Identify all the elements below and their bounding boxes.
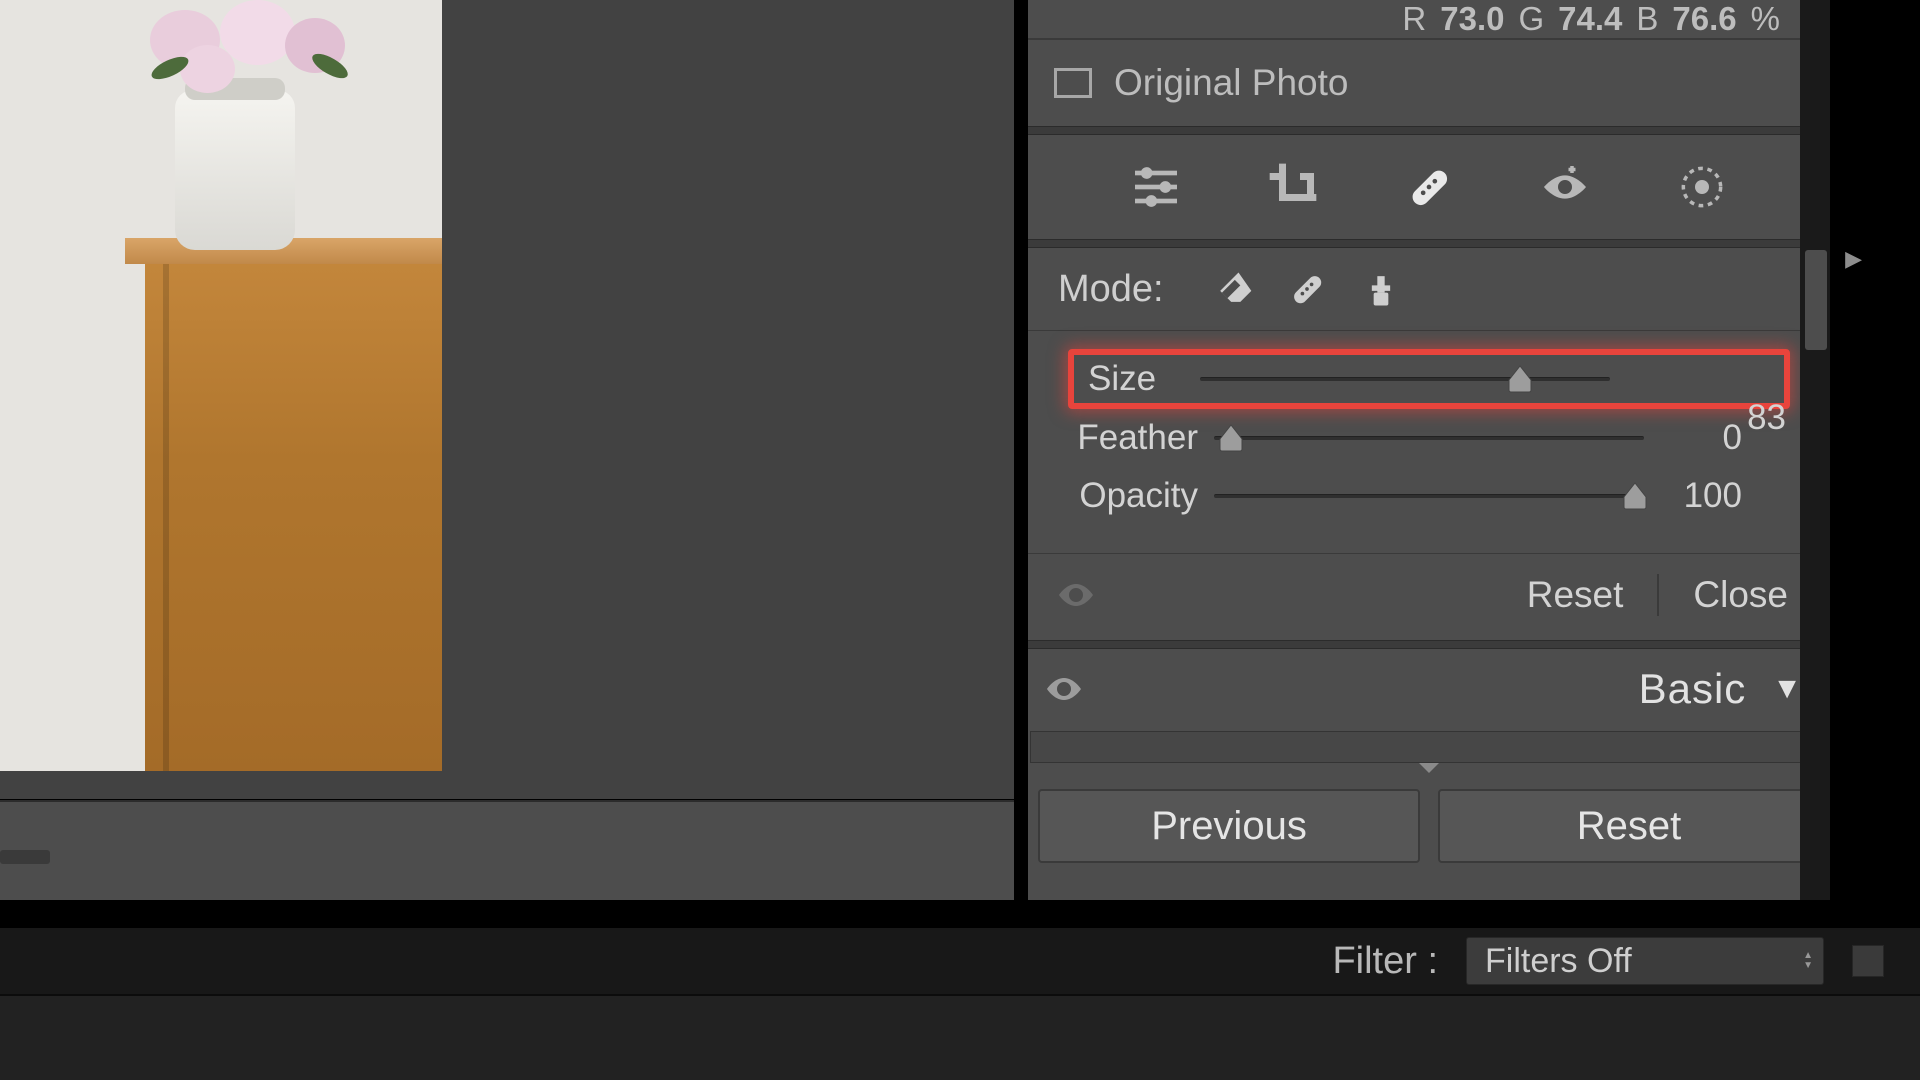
scrollbar-thumb[interactable]	[1805, 250, 1827, 350]
size-thumb[interactable]	[1507, 364, 1533, 394]
opacity-slider[interactable]	[1214, 476, 1644, 516]
reset-link[interactable]: Reset	[1527, 574, 1624, 616]
mode-label: Mode:	[1058, 268, 1164, 311]
toolbar-handle[interactable]	[0, 850, 50, 864]
original-photo-checkbox[interactable]	[1054, 68, 1092, 98]
panel-notch[interactable]	[1028, 763, 1830, 775]
original-photo-row[interactable]: Original Photo	[1028, 40, 1830, 126]
visibility-toggle-icon[interactable]	[1058, 582, 1094, 608]
expand-arrow-icon[interactable]: ▶	[1845, 246, 1862, 272]
opacity-value: 100	[1660, 476, 1742, 516]
previous-button[interactable]: Previous	[1038, 789, 1420, 863]
r-value: 73.0	[1440, 0, 1504, 38]
radial-icon[interactable]	[1674, 159, 1730, 215]
rgb-readout: R 73.0 G 74.4 B 76.6 %	[1028, 0, 1830, 40]
opacity-thumb[interactable]	[1622, 481, 1648, 511]
percent-symbol: %	[1751, 0, 1780, 38]
size-slider[interactable]	[1200, 359, 1610, 399]
tool-actions-row: Reset Close	[1028, 554, 1830, 640]
filter-value: Filters Off	[1485, 942, 1632, 981]
feather-thumb[interactable]	[1218, 423, 1244, 453]
feather-slider-row: Feather 0	[1068, 409, 1790, 467]
image-preview[interactable]	[0, 0, 1014, 799]
opacity-label: Opacity	[1068, 476, 1198, 516]
sliders-icon[interactable]	[1128, 159, 1184, 215]
basic-panel-header[interactable]: Basic ▼	[1028, 649, 1830, 731]
select-stepper-icon[interactable]: ▲▼	[1803, 952, 1813, 970]
filmstrip-area[interactable]	[0, 994, 1920, 1080]
close-link[interactable]: Close	[1693, 574, 1788, 616]
b-label: B	[1636, 0, 1658, 38]
develop-panel: R 73.0 G 74.4 B 76.6 % Original Photo Mo…	[1028, 0, 1830, 900]
eraser-icon[interactable]	[1210, 266, 1256, 312]
clone-icon[interactable]	[1358, 266, 1404, 312]
filter-label: Filter :	[1332, 940, 1438, 983]
preview-toolbar	[0, 800, 1014, 900]
photo-content	[0, 0, 442, 771]
original-photo-label: Original Photo	[1114, 62, 1348, 104]
divider	[1657, 574, 1659, 616]
filter-lock-toggle[interactable]	[1852, 945, 1884, 977]
g-value: 74.4	[1558, 0, 1622, 38]
nav-buttons: Previous Reset	[1028, 775, 1830, 877]
opacity-slider-row: Opacity 100	[1068, 467, 1790, 525]
feather-value: 0	[1660, 418, 1742, 458]
r-label: R	[1402, 0, 1426, 38]
filter-bar: Filter : Filters Off ▲▼	[0, 928, 1920, 994]
size-label: Size	[1088, 359, 1184, 399]
redeye-icon[interactable]	[1537, 159, 1593, 215]
basic-visibility-icon[interactable]	[1046, 676, 1082, 702]
panel-scrollbar[interactable]	[1800, 0, 1830, 900]
feather-label: Feather	[1068, 418, 1198, 458]
reset-button[interactable]: Reset	[1438, 789, 1820, 863]
feather-slider[interactable]	[1214, 418, 1644, 458]
crop-icon[interactable]	[1265, 159, 1321, 215]
size-value: 83	[1747, 398, 1786, 438]
heal-icon[interactable]	[1401, 159, 1457, 215]
filter-select[interactable]: Filters Off ▲▼	[1466, 937, 1824, 985]
collapse-icon[interactable]: ▼	[1772, 672, 1802, 706]
basic-subpanel	[1030, 731, 1828, 763]
brush-sliders: Size Feather 0 Opacity	[1028, 330, 1830, 554]
heal-mode-icon[interactable]	[1284, 266, 1330, 312]
b-value: 76.6	[1672, 0, 1736, 38]
tool-strip	[1028, 135, 1830, 239]
size-slider-row: Size	[1068, 349, 1790, 409]
g-label: G	[1519, 0, 1545, 38]
basic-label: Basic	[1639, 665, 1747, 713]
mode-row: Mode:	[1028, 248, 1830, 330]
